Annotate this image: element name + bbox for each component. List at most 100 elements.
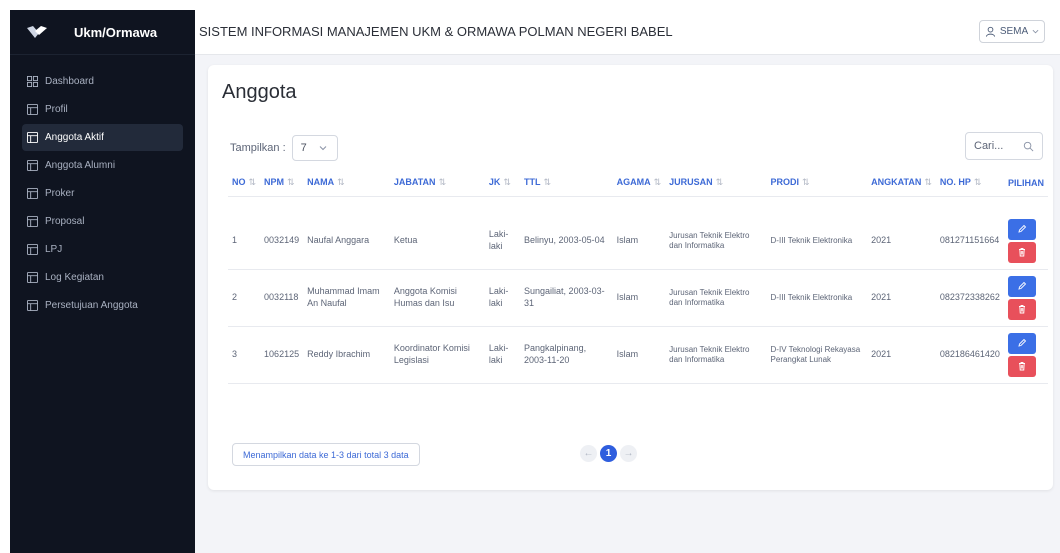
- sidebar-item-dashboard[interactable]: Dashboard: [22, 68, 183, 95]
- sidebar-item-label: Anggota Aktif: [45, 132, 104, 143]
- app-title: SISTEM INFORMASI MANAJEMEN UKM & ORMAWA …: [199, 24, 673, 39]
- table-icon: [27, 272, 38, 283]
- table-cell: Jurusan Teknik Elektro dan Informatika: [665, 269, 767, 327]
- row-actions: [1007, 275, 1044, 320]
- sidebar-item-profil[interactable]: Profil: [22, 96, 183, 123]
- column-header-label: TTL: [524, 177, 541, 187]
- column-header[interactable]: PRODI ⇅: [766, 169, 868, 197]
- sidebar-item-lpj[interactable]: LPJ: [22, 236, 183, 263]
- table-cell: Jurusan Teknik Elektro dan Informatika: [665, 212, 767, 270]
- pagination-prev[interactable]: ←: [580, 445, 597, 462]
- column-header-label: NPM: [264, 177, 285, 187]
- sidebar-item-label: LPJ: [45, 244, 63, 255]
- sidebar-item-label: Proker: [45, 188, 75, 199]
- column-header[interactable]: NPM ⇅: [260, 169, 304, 197]
- trash-icon: [1018, 305, 1025, 314]
- column-header[interactable]: PILIHAN: [1003, 169, 1048, 197]
- edit-button[interactable]: [1007, 218, 1036, 240]
- user-name: SEMA: [999, 26, 1029, 37]
- logo-icon: [27, 26, 47, 38]
- table-cell: Islam: [612, 269, 666, 327]
- table-cell: 2021: [867, 269, 936, 327]
- column-header-label: ANGKATAN: [871, 177, 922, 187]
- column-header[interactable]: AGAMA ⇅: [612, 169, 666, 197]
- table-cell: D-III Teknik Elektronika: [766, 212, 868, 270]
- search-icon: [1023, 141, 1034, 151]
- delete-button[interactable]: [1007, 355, 1036, 377]
- page-length-select[interactable]: 7: [291, 135, 338, 161]
- column-header[interactable]: JURUSAN ⇅: [665, 169, 767, 197]
- sort-icon: ⇅: [802, 177, 810, 187]
- table-row: 1 0032149 Naufal Anggara Ketua Laki-laki Beli…: [228, 212, 1048, 270]
- delete-button[interactable]: [1007, 241, 1036, 263]
- sidebar: Ukm/Ormawa Dashboard Profil Anggota Aktif A…: [10, 10, 195, 553]
- sort-icon: ⇅: [337, 177, 345, 187]
- table-cell: Laki-laki: [484, 326, 521, 384]
- row-actions: [1007, 218, 1044, 263]
- column-header[interactable]: JK ⇅: [484, 169, 521, 197]
- pagination: ← 1 →: [580, 445, 637, 462]
- table-header-row: NO ⇅ NPM ⇅ NAMA ⇅ JABATAN ⇅ JK ⇅ TTL ⇅ AGAMA ⇅ JURUSAN…: [228, 169, 1048, 197]
- sidebar-item-label: Dashboard: [45, 76, 94, 87]
- column-header[interactable]: NAMA ⇅: [303, 169, 390, 197]
- sort-icon: ⇅: [503, 177, 511, 187]
- column-header[interactable]: ANGKATAN ⇅: [867, 169, 936, 197]
- column-header-label: JK: [488, 177, 501, 187]
- column-header[interactable]: TTL ⇅: [520, 169, 613, 197]
- table-row: 3 1062125 Reddy Ibrachim Koordinator Komisi…: [228, 326, 1048, 384]
- table-cell: D-IV Teknologi Rekayasa Perangkat Lunak: [766, 326, 868, 384]
- table-cell: 082372338262: [935, 269, 1004, 327]
- sort-icon: ⇅: [653, 177, 662, 187]
- table-cell: Reddy Ibrachim: [303, 326, 390, 384]
- table-icon: [27, 188, 38, 199]
- table-icon: [27, 132, 38, 143]
- table-cell: Laki-laki: [484, 269, 521, 327]
- sidebar-item-persetujuan-anggota[interactable]: Persetujuan Anggota: [22, 292, 183, 319]
- column-header[interactable]: NO ⇅: [228, 169, 261, 197]
- sort-icon: ⇅: [287, 177, 295, 187]
- page-length-value: 7: [300, 142, 307, 154]
- table-cell: Islam: [612, 326, 666, 384]
- table-cell: 2021: [867, 212, 936, 270]
- edit-button[interactable]: [1007, 275, 1036, 297]
- table-cell: 1: [228, 212, 261, 270]
- column-header-label: NAMA: [307, 177, 335, 187]
- pagination-page-1[interactable]: 1: [600, 445, 617, 462]
- page-title: Anggota: [222, 81, 297, 103]
- sort-icon: ⇅: [715, 177, 724, 187]
- table-cell: Muhammad Imam An Naufal: [303, 269, 390, 327]
- sort-icon: ⇅: [438, 177, 447, 187]
- pagination-next[interactable]: →: [620, 445, 637, 462]
- column-header-label: AGAMA: [616, 177, 651, 187]
- page-length: Tampilkan : 7: [230, 135, 338, 161]
- column-header[interactable]: JABATAN ⇅: [389, 169, 485, 197]
- sort-icon: ⇅: [248, 177, 257, 187]
- chevron-down-icon: [319, 146, 327, 151]
- members-table: NO ⇅ NPM ⇅ NAMA ⇅ JABATAN ⇅ JK ⇅ TTL ⇅ AGAMA ⇅ JURUSAN…: [228, 169, 1048, 384]
- sidebar-item-anggota-aktif[interactable]: Anggota Aktif: [22, 124, 183, 151]
- table-cell: 2021: [867, 326, 936, 384]
- edit-button[interactable]: [1007, 332, 1036, 354]
- pencil-icon: [1018, 281, 1027, 290]
- table-actions-cell: [1003, 326, 1048, 384]
- sidebar-item-label: Profil: [45, 104, 68, 115]
- table-icon: [27, 104, 38, 115]
- table-cell: Islam: [612, 212, 666, 270]
- brand-title: Ukm/Ormawa: [74, 24, 158, 40]
- sidebar-item-anggota-alumni[interactable]: Anggota Alumni: [22, 152, 183, 179]
- table-cell: Jurusan Teknik Elektro dan Informatika: [665, 326, 767, 384]
- column-header-label: JABATAN: [393, 177, 436, 187]
- sidebar-item-proposal[interactable]: Proposal: [22, 208, 183, 235]
- sidebar-item-log-kegiatan[interactable]: Log Kegiatan: [22, 264, 183, 291]
- user-icon: [985, 26, 995, 37]
- sidebar-item-proker[interactable]: Proker: [22, 180, 183, 207]
- table-cell: Anggota Komisi Humas dan Isu: [389, 269, 485, 327]
- table-cell: 081271151664: [935, 212, 1004, 270]
- delete-button[interactable]: [1007, 298, 1036, 320]
- user-menu-button[interactable]: SEMA: [979, 20, 1045, 43]
- column-header[interactable]: NO. HP ⇅: [935, 169, 1004, 197]
- table-cell: D-III Teknik Elektronika: [766, 269, 868, 327]
- search-input[interactable]: Cari...: [965, 132, 1043, 160]
- table-cell: 1062125: [260, 326, 304, 384]
- sort-icon: ⇅: [973, 177, 982, 187]
